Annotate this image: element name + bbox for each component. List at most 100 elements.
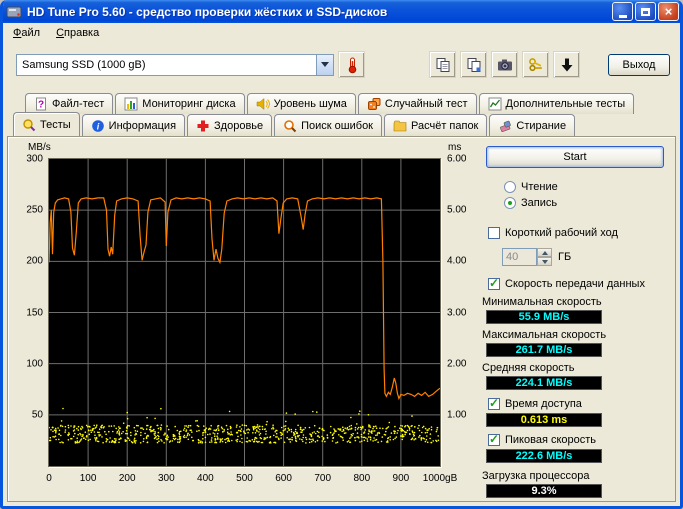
tab-information[interactable]: i Информация: [82, 114, 185, 136]
x-axis-tick-label: 100: [80, 473, 97, 484]
cpu-usage-value: 9.3%: [486, 484, 602, 498]
title-bar: HD Tune Pro 5.60 - средство проверки жёс…: [0, 0, 683, 23]
copy-results-button[interactable]: [460, 51, 487, 78]
menu-file[interactable]: Файл: [5, 25, 48, 41]
tab-label: Случайный тест: [385, 98, 468, 110]
start-button-label: Start: [563, 151, 586, 163]
save-results-button[interactable]: [553, 51, 580, 78]
window-title: HD Tune Pro 5.60 - средство проверки жёс…: [27, 5, 610, 19]
magnifier-yellow-icon: [22, 118, 36, 132]
menu-help[interactable]: Справка: [48, 25, 107, 41]
tab-page-tests: MB/s ms 300250200150100506.005.004.003.0…: [7, 136, 676, 502]
avg-speed-value: 224.1 MB/s: [486, 376, 602, 390]
burst-speed-value: 222.6 MB/s: [486, 449, 602, 463]
tab-random-test[interactable]: Случайный тест: [358, 93, 477, 114]
read-radio[interactable]: Чтение: [504, 181, 558, 193]
y-right-tick-label: 5.00: [447, 205, 466, 216]
access-time-label: Время доступа: [505, 398, 582, 410]
file-test-icon: ?: [34, 97, 48, 111]
minimize-button[interactable]: [612, 2, 633, 21]
drive-select[interactable]: Samsung SSD (1000 gB): [16, 54, 334, 76]
arrow-up-icon: [542, 248, 548, 255]
drive-select-value: Samsung SSD (1000 gB): [17, 59, 316, 71]
transfer-speed-label: Скорость передачи данных: [505, 278, 645, 290]
y-left-tick-label: 200: [26, 256, 43, 267]
y-right-tick-label: 3.00: [447, 307, 466, 318]
benchmark-plot: [49, 159, 440, 466]
toolbar: Samsung SSD (1000 gB): [3, 42, 680, 87]
thermometer-icon: [343, 56, 361, 74]
short-stroke-size-input[interactable]: 40: [502, 248, 537, 266]
max-speed-value: 261.7 MB/s: [486, 343, 602, 357]
folder-icon: [393, 119, 407, 133]
health-cross-icon: [196, 119, 210, 133]
temperature-button[interactable]: [338, 51, 365, 78]
tab-label: Уровень шума: [274, 98, 347, 110]
tab-error-scan[interactable]: Поиск ошибок: [274, 114, 382, 136]
avg-speed-label: Средняя скорость: [482, 362, 574, 374]
tab-tests[interactable]: Тесты: [13, 112, 80, 136]
security-erase-button[interactable]: [522, 51, 549, 78]
keys-icon: [528, 57, 544, 73]
tab-label: Файл-тест: [52, 98, 104, 110]
access-time-checkbox-box: [488, 398, 500, 410]
tab-label: Дополнительные тесты: [506, 98, 626, 110]
short-stroke-label: Короткий рабочий ход: [505, 227, 618, 239]
x-axis-tick-label: 400: [197, 473, 214, 484]
spinner-up-button[interactable]: [537, 248, 552, 257]
spinner-down-button[interactable]: [537, 257, 552, 266]
tab-noise-level[interactable]: Уровень шума: [247, 93, 356, 114]
chevron-down-icon: [321, 62, 329, 71]
read-radio-label: Чтение: [521, 181, 558, 193]
info-icon: i: [91, 119, 105, 133]
plot-area: [48, 158, 441, 467]
tab-label: Стирание: [516, 120, 566, 132]
tab-erase[interactable]: Стирание: [489, 114, 575, 136]
maximize-button[interactable]: [635, 2, 656, 21]
tab-disk-monitor[interactable]: Мониторинг диска: [115, 93, 244, 114]
tab-folder-usage[interactable]: Расчёт папок: [384, 114, 487, 136]
y-right-tick-label: 4.00: [447, 256, 466, 267]
tab-label: Поиск ошибок: [301, 120, 373, 132]
copy-icon: [435, 57, 451, 73]
access-time-checkbox[interactable]: Время доступа: [488, 398, 582, 410]
screenshot-button[interactable]: [491, 51, 518, 78]
x-axis-tick-label: 0: [46, 473, 52, 484]
tab-label: Расчёт папок: [411, 120, 478, 132]
minimize-icon: [619, 15, 627, 18]
min-speed-label: Минимальная скорость: [482, 296, 602, 308]
tab-file-test[interactable]: ? Файл-тест: [25, 93, 113, 114]
write-radio[interactable]: Запись: [504, 197, 557, 209]
exit-button[interactable]: Выход: [608, 54, 670, 76]
short-stroke-checkbox[interactable]: Короткий рабочий ход: [488, 227, 618, 239]
transfer-speed-checkbox[interactable]: Скорость передачи данных: [488, 278, 645, 290]
x-axis-tick-label: 900: [393, 473, 410, 484]
write-radio-label: Запись: [521, 197, 557, 209]
cpu-usage-label: Загрузка процессора: [482, 470, 590, 482]
start-button[interactable]: Start: [486, 146, 664, 168]
transfer-speed-checkbox-box: [488, 278, 500, 290]
min-speed-value: 55.9 MB/s: [486, 310, 602, 324]
burst-speed-checkbox[interactable]: Пиковая скорость: [488, 434, 596, 446]
x-axis-tick-label: 1000gB: [423, 473, 457, 484]
copy-button[interactable]: [429, 51, 456, 78]
access-time-value: 0.613 ms: [486, 413, 602, 427]
tab-extra-tests[interactable]: Дополнительные тесты: [479, 93, 635, 114]
dice-icon: [367, 97, 381, 111]
y-left-tick-label: 300: [26, 154, 43, 165]
tab-label: Информация: [109, 120, 176, 132]
download-arrow-icon: [559, 57, 575, 73]
x-axis-tick-label: 600: [275, 473, 292, 484]
tab-label: Здоровье: [214, 120, 263, 132]
app-icon: [6, 4, 22, 20]
disk-monitor-icon: [124, 97, 138, 111]
tab-label: Тесты: [40, 119, 71, 131]
y-right-tick-label: 2.00: [447, 358, 466, 369]
burst-speed-checkbox-box: [488, 434, 500, 446]
close-button[interactable]: ×: [658, 2, 679, 21]
y-left-tick-label: 50: [32, 409, 43, 420]
tab-label: Мониторинг диска: [142, 98, 235, 110]
tab-health[interactable]: Здоровье: [187, 114, 272, 136]
x-axis-tick-label: 300: [158, 473, 175, 484]
drive-select-dropdown-button[interactable]: [316, 55, 333, 75]
